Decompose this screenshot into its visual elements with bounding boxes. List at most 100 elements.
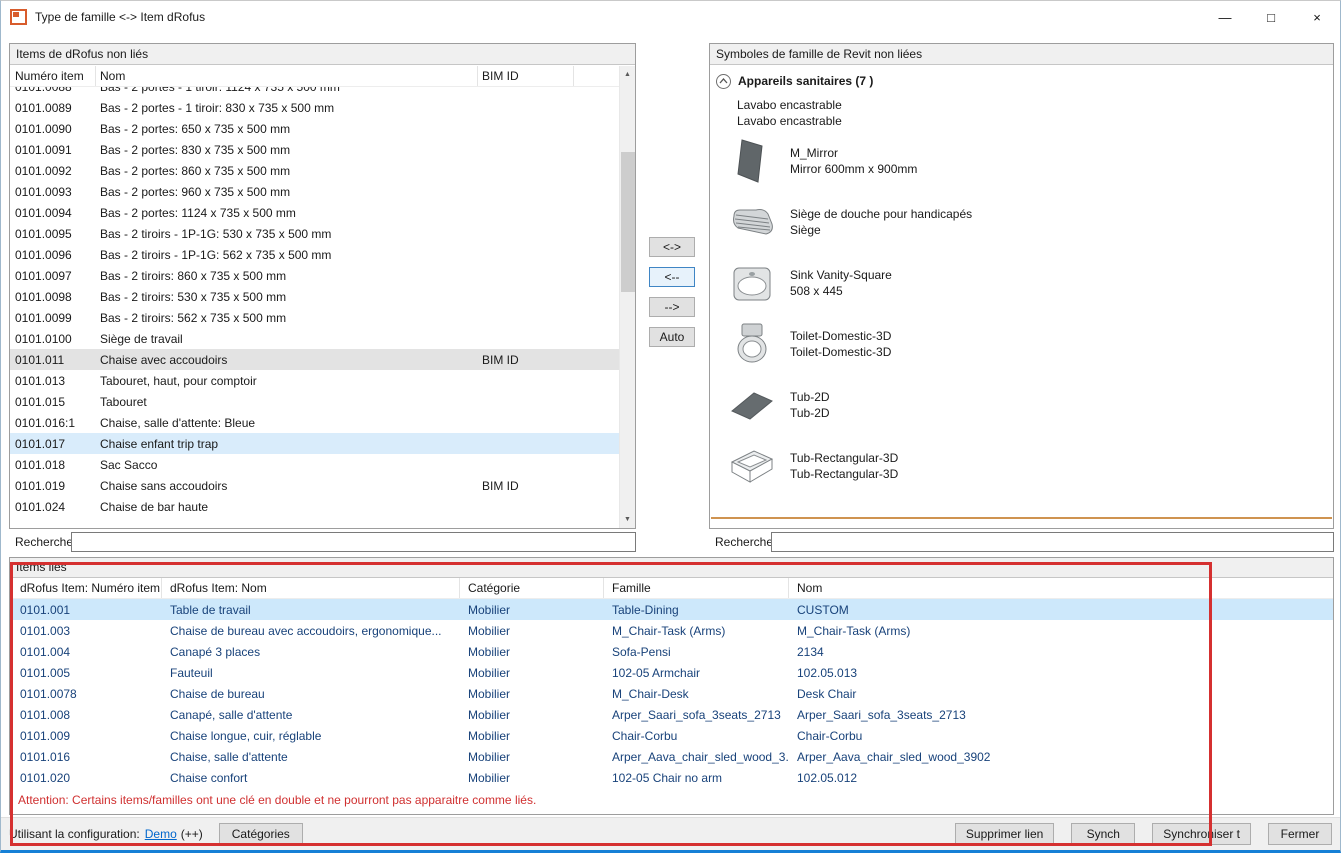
cell-numero-item: 0101.011 xyxy=(10,353,96,367)
vertical-scrollbar[interactable]: ▲ ▼ xyxy=(619,66,635,528)
cell-nom: Chaise confort xyxy=(162,771,460,785)
family-items-list: Lavabo encastrableLavabo encastrableM_Mi… xyxy=(711,96,1332,496)
scroll-up-icon[interactable]: ▲ xyxy=(620,66,635,83)
unlinked-item-row[interactable]: 0101.011Chaise avec accoudoirsBIM ID xyxy=(10,349,619,370)
linked-item-row[interactable]: 0101.003Chaise de bureau avec accoudoirs… xyxy=(10,620,1333,641)
unlinked-item-row[interactable]: 0101.0094Bas - 2 portes: 1124 x 735 x 50… xyxy=(10,202,619,223)
family-symbol-item[interactable]: Tub-2DTub-2D xyxy=(711,374,1332,435)
cell-numero-item: 0101.0088 xyxy=(10,87,96,94)
right-search-label: Recherche: xyxy=(709,535,771,549)
scroll-down-icon[interactable]: ▼ xyxy=(620,511,635,528)
family-symbol-text: Sink Vanity-Square508 x 445 xyxy=(790,267,892,299)
unlinked-item-row[interactable]: 0101.017Chaise enfant trip trap xyxy=(10,433,619,454)
family-group-header[interactable]: Appareils sanitaires (7 ) xyxy=(711,66,1332,94)
link-both-button[interactable]: <-> xyxy=(649,237,695,257)
unlinked-item-row[interactable]: 0101.015Tabouret xyxy=(10,391,619,412)
linked-item-row[interactable]: 0101.004Canapé 3 placesMobilierSofa-Pens… xyxy=(10,641,1333,662)
column-bim-id[interactable]: BIM ID xyxy=(478,66,574,86)
cell-numero-item: 0101.001 xyxy=(10,603,162,617)
linked-item-row[interactable]: 0101.005FauteuilMobilier102-05 Armchair1… xyxy=(10,662,1333,683)
unlinked-item-row[interactable]: 0101.016:1Chaise, salle d'attente: Bleue xyxy=(10,412,619,433)
unlinked-item-row[interactable]: 0101.0099Bas - 2 tiroirs: 562 x 735 x 50… xyxy=(10,307,619,328)
cell-numero-item: 0101.0090 xyxy=(10,122,96,136)
cell-famille-nom: CUSTOM xyxy=(789,603,1333,617)
unlinked-item-row[interactable]: 0101.0092Bas - 2 portes: 860 x 735 x 500… xyxy=(10,160,619,181)
cell-nom: Canapé 3 places xyxy=(162,645,460,659)
cell-nom: Bas - 2 tiroirs - 1P-1G: 562 x 735 x 500… xyxy=(96,248,478,262)
fermer-button[interactable]: Fermer xyxy=(1268,823,1332,845)
family-symbol-item[interactable]: Lavabo encastrableLavabo encastrable xyxy=(711,96,1332,130)
auto-link-button[interactable]: Auto xyxy=(649,327,695,347)
link-right-button[interactable]: --> xyxy=(649,297,695,317)
unlinked-item-row[interactable]: 0101.0098Bas - 2 tiroirs: 530 x 735 x 50… xyxy=(10,286,619,307)
cell-numero-item: 0101.0096 xyxy=(10,248,96,262)
family-symbol-item[interactable]: Siège de douche pour handicapésSiège xyxy=(711,191,1332,252)
unlinked-item-row[interactable]: 0101.0093Bas - 2 portes: 960 x 735 x 500… xyxy=(10,181,619,202)
cell-nom: Chaise avec accoudoirs xyxy=(96,353,478,367)
column-famille-nom[interactable]: Nom xyxy=(789,578,1333,598)
cell-famille-nom: Chair-Corbu xyxy=(789,729,1333,743)
linked-item-row[interactable]: 0101.008Canapé, salle d'attenteMobilierA… xyxy=(10,704,1333,725)
config-demo-link[interactable]: Demo xyxy=(145,827,177,841)
scrollbar-thumb[interactable] xyxy=(621,152,635,292)
left-search-input[interactable] xyxy=(71,532,636,552)
column-numero-item[interactable]: Numéro item xyxy=(10,66,96,86)
linked-item-row[interactable]: 0101.016Chaise, salle d'attenteMobilierA… xyxy=(10,746,1333,767)
unlinked-item-row[interactable]: 0101.0089Bas - 2 portes - 1 tiroir: 830 … xyxy=(10,97,619,118)
unlinked-item-row[interactable]: 0101.018Sac Sacco xyxy=(10,454,619,475)
unlinked-families-panel-title: Symboles de famille de Revit non liées xyxy=(710,44,1333,65)
linked-item-row[interactable]: 0101.020Chaise confortMobilier102-05 Cha… xyxy=(10,767,1333,788)
cell-famille: Arper_Saari_sofa_3seats_2713 xyxy=(604,708,789,722)
column-categorie[interactable]: Catégorie xyxy=(460,578,604,598)
unlinked-item-row[interactable]: 0101.0096Bas - 2 tiroirs - 1P-1G: 562 x … xyxy=(10,244,619,265)
family-symbol-item[interactable]: Sink Vanity-Square508 x 445 xyxy=(711,252,1332,313)
unlinked-item-row[interactable]: 0101.013Tabouret, haut, pour comptoir xyxy=(10,370,619,391)
right-search-input[interactable] xyxy=(771,532,1334,552)
minimize-button[interactable]: — xyxy=(1202,1,1248,33)
close-button[interactable]: × xyxy=(1294,1,1340,33)
cell-numero-item: 0101.0097 xyxy=(10,269,96,283)
cell-categorie: Mobilier xyxy=(460,645,604,659)
column-drofus-numero[interactable]: dRofus Item: Numéro item xyxy=(10,578,162,598)
unlinked-item-row[interactable]: 0101.0090Bas - 2 portes: 650 x 735 x 500… xyxy=(10,118,619,139)
synchroniser-button[interactable]: Synchroniser t xyxy=(1152,823,1251,845)
cell-nom: Bas - 2 portes: 650 x 735 x 500 mm xyxy=(96,122,478,136)
cell-nom: Bas - 2 tiroirs: 562 x 735 x 500 mm xyxy=(96,311,478,325)
column-drofus-nom[interactable]: dRofus Item: Nom xyxy=(162,578,460,598)
linked-item-row[interactable]: 0101.001Table de travailMobilierTable-Di… xyxy=(10,599,1333,620)
cell-numero-item: 0101.008 xyxy=(10,708,162,722)
collapse-group-icon[interactable] xyxy=(716,74,731,89)
maximize-button[interactable]: □ xyxy=(1248,1,1294,33)
cell-categorie: Mobilier xyxy=(460,603,604,617)
unlinked-item-row[interactable]: 0101.0095Bas - 2 tiroirs - 1P-1G: 530 x … xyxy=(10,223,619,244)
cell-famille: M_Chair-Task (Arms) xyxy=(604,624,789,638)
unlinked-item-row[interactable]: 0101.0088Bas - 2 portes - 1 tiroir: 1124… xyxy=(10,87,619,97)
linked-item-row[interactable]: 0101.0078Chaise de bureauMobilierM_Chair… xyxy=(10,683,1333,704)
unlinked-item-row[interactable]: 0101.0097Bas - 2 tiroirs: 860 x 735 x 50… xyxy=(10,265,619,286)
cell-nom: Chaise enfant trip trap xyxy=(96,437,478,451)
cell-numero-item: 0101.0100 xyxy=(10,332,96,346)
column-nom[interactable]: Nom xyxy=(96,66,478,86)
linked-item-row[interactable]: 0101.009Chaise longue, cuir, réglableMob… xyxy=(10,725,1333,746)
cell-categorie: Mobilier xyxy=(460,750,604,764)
cell-numero-item: 0101.020 xyxy=(10,771,162,785)
cell-nom: Bas - 2 portes: 860 x 735 x 500 mm xyxy=(96,164,478,178)
family-symbol-item[interactable]: Toilet-Domestic-3DToilet-Domestic-3D xyxy=(711,313,1332,374)
cell-nom: Bas - 2 tiroirs: 530 x 735 x 500 mm xyxy=(96,290,478,304)
supprimer-lien-button[interactable]: Supprimer lien xyxy=(955,823,1054,845)
left-search-label: Recherche: xyxy=(9,535,71,549)
cell-famille-nom: 2134 xyxy=(789,645,1333,659)
categories-button[interactable]: Catégories xyxy=(219,823,303,845)
unlinked-item-row[interactable]: 0101.0100Siège de travail xyxy=(10,328,619,349)
unlinked-item-row[interactable]: 0101.024Chaise de bar haute xyxy=(10,496,619,517)
cell-numero-item: 0101.0091 xyxy=(10,143,96,157)
link-left-button[interactable]: <-- xyxy=(649,267,695,287)
unlinked-item-row[interactable]: 0101.019Chaise sans accoudoirsBIM ID xyxy=(10,475,619,496)
column-famille[interactable]: Famille xyxy=(604,578,789,598)
cell-nom: Bas - 2 portes: 830 x 735 x 500 mm xyxy=(96,143,478,157)
family-symbol-item[interactable]: Tub-Rectangular-3DTub-Rectangular-3D xyxy=(711,435,1332,496)
unlinked-item-row[interactable]: 0101.0091Bas - 2 portes: 830 x 735 x 500… xyxy=(10,139,619,160)
cell-numero-item: 0101.015 xyxy=(10,395,96,409)
synch-button[interactable]: Synch xyxy=(1071,823,1135,845)
family-symbol-item[interactable]: M_MirrorMirror 600mm x 900mm xyxy=(711,130,1332,191)
